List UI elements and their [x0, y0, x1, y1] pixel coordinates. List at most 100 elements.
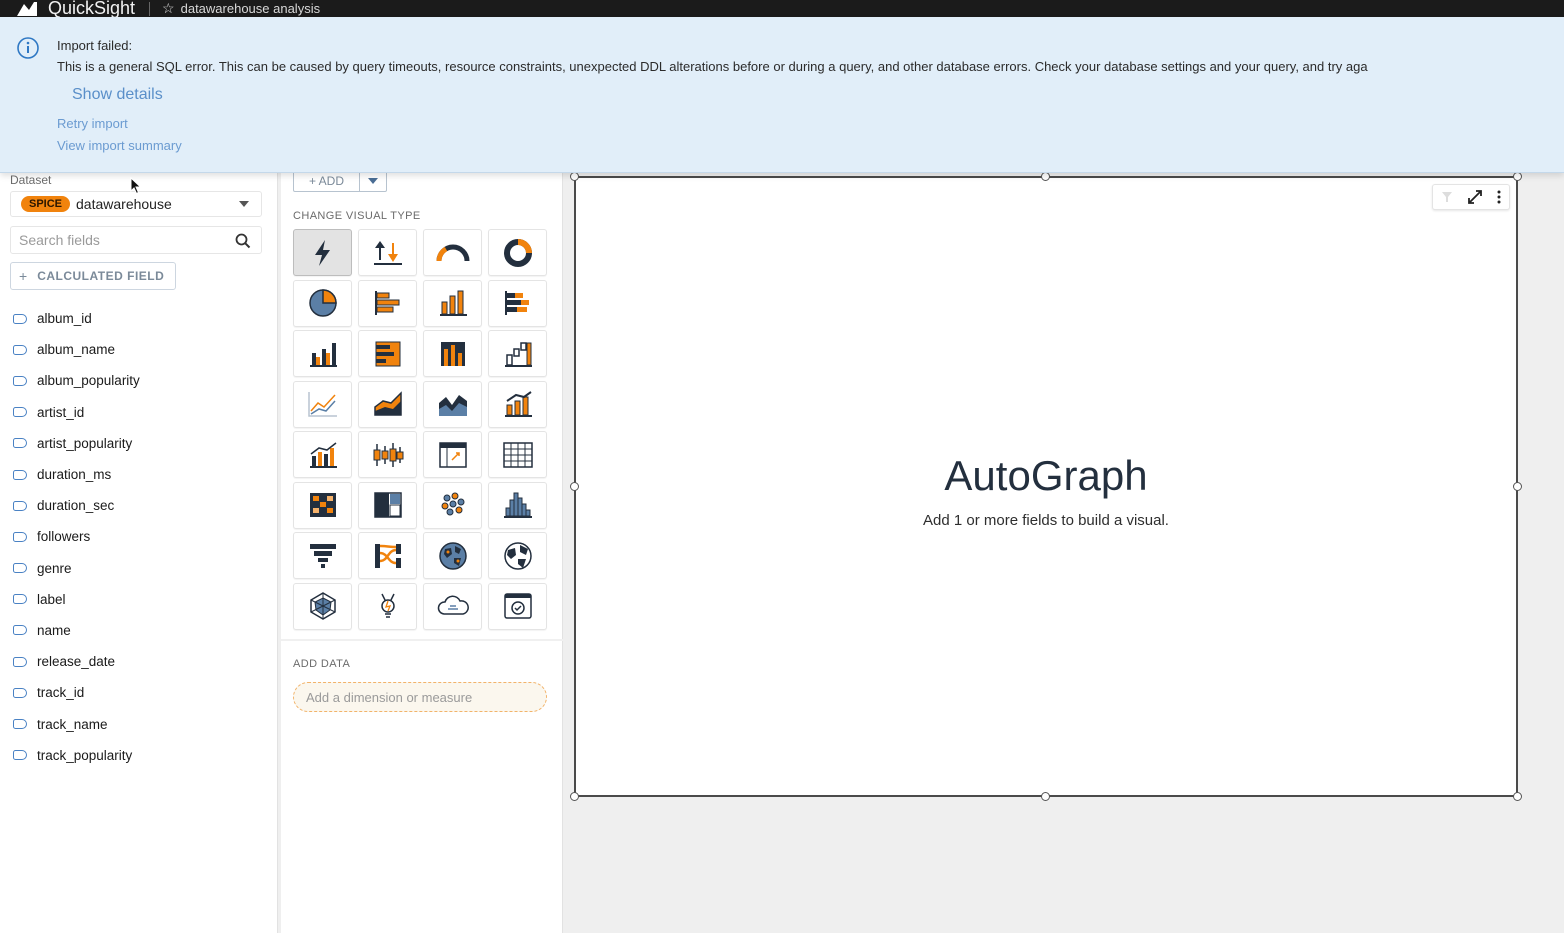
waterfall-visual-button[interactable]: [488, 330, 547, 377]
field-label: track_popularity: [37, 747, 133, 763]
field-item[interactable]: track_name: [13, 708, 140, 739]
radar-chart-icon: [309, 592, 336, 620]
view-import-summary-link[interactable]: View import summary: [57, 138, 182, 153]
field-label: album_name: [37, 342, 116, 358]
field-item[interactable]: duration_sec: [13, 490, 140, 521]
resize-handle[interactable]: [570, 482, 579, 491]
heat-map-icon: [309, 493, 336, 517]
pie-visual-button[interactable]: [293, 279, 352, 327]
field-item[interactable]: track_id: [13, 677, 140, 708]
filled-map-visual-button[interactable]: [423, 532, 482, 579]
field-item[interactable]: duration_ms: [13, 459, 140, 490]
radar-chart-visual-button[interactable]: [293, 582, 352, 630]
field-item[interactable]: artist_popularity: [13, 428, 140, 459]
custom-visual-button[interactable]: [488, 582, 547, 630]
insight-visual-button[interactable]: [358, 582, 417, 630]
retry-import-link[interactable]: Retry import: [57, 116, 128, 131]
divider: [281, 639, 563, 641]
search-fields-input[interactable]: [11, 227, 221, 253]
dimension-field-icon: [13, 625, 27, 636]
analysis-name[interactable]: datawarehouse analysis: [181, 0, 320, 17]
add-dropdown-button[interactable]: [360, 170, 386, 191]
field-label: release_date: [37, 654, 116, 670]
field-drop-zone[interactable]: Add a dimension or measure: [293, 682, 547, 712]
sankey-diagram-icon: [374, 543, 401, 568]
tree-map-icon: [373, 492, 402, 518]
plus-icon: +: [19, 268, 28, 284]
stacked-bar-icon: [504, 291, 529, 315]
combo-chart-visual-button[interactable]: [488, 380, 547, 428]
resize-handle[interactable]: [1513, 792, 1522, 801]
histogram-visual-button[interactable]: [488, 481, 547, 529]
field-label: artist_popularity: [37, 435, 133, 451]
box-plot-visual-button[interactable]: [358, 431, 417, 478]
field-item[interactable]: album_popularity: [13, 365, 140, 396]
stacked-horizontal-bar-visual-button[interactable]: [488, 279, 547, 327]
expand-icon[interactable]: [1467, 189, 1483, 205]
field-item[interactable]: artist_id: [13, 397, 140, 428]
field-label: name: [37, 622, 71, 638]
visual-subtitle: Add 1 or more fields to build a visual.: [923, 512, 1169, 529]
add-button[interactable]: + ADD: [294, 170, 360, 191]
visual-container[interactable]: AutoGraph Add 1 or more fields to build …: [574, 176, 1518, 797]
combo-line-bar-visual-button[interactable]: [293, 431, 352, 478]
pivot-table-visual-button[interactable]: [423, 431, 482, 478]
resize-handle[interactable]: [1513, 172, 1522, 181]
dimension-field-icon: [13, 500, 27, 511]
sankey-visual-button[interactable]: [358, 532, 417, 579]
stacked-percent-bar-visual-button[interactable]: [358, 330, 417, 377]
field-label: album_id: [37, 311, 92, 327]
bar-line-combo-icon: [309, 441, 337, 468]
field-item[interactable]: followers: [13, 521, 140, 552]
mouse-cursor-icon: [130, 177, 142, 195]
search-icon[interactable]: [235, 233, 251, 249]
dimension-field-icon: [13, 313, 27, 324]
field-item[interactable]: album_name: [13, 334, 140, 365]
horizontal-bar-visual-button[interactable]: [358, 279, 417, 327]
field-item[interactable]: album_id: [13, 303, 140, 334]
dimension-field-icon: [13, 375, 27, 386]
change-visual-type-label: CHANGE VISUAL TYPE: [293, 210, 421, 222]
chevron-down-icon: [239, 201, 249, 207]
word-cloud-visual-button[interactable]: [423, 582, 482, 630]
heat-map-visual-button[interactable]: [293, 481, 352, 529]
gauge-visual-button[interactable]: [423, 229, 482, 276]
show-details-link[interactable]: Show details: [72, 86, 163, 104]
divider: [149, 1, 151, 16]
field-item[interactable]: release_date: [13, 646, 140, 677]
field-item[interactable]: label: [13, 584, 140, 615]
quicksight-logo-icon[interactable]: [16, 0, 38, 17]
stacked-column-visual-button[interactable]: [423, 330, 482, 377]
kpi-icon: [373, 240, 402, 265]
scatter-plot-visual-button[interactable]: [423, 481, 482, 529]
chevron-down-icon: [368, 177, 378, 184]
histogram-icon: [503, 492, 532, 518]
donut-visual-button[interactable]: [488, 229, 547, 276]
tree-map-visual-button[interactable]: [358, 481, 417, 529]
resize-handle[interactable]: [1513, 482, 1522, 491]
resize-handle[interactable]: [1041, 172, 1050, 181]
line-visual-button[interactable]: [293, 380, 352, 428]
app-title[interactable]: QuickSight: [48, 0, 135, 17]
clustered-bar-visual-button[interactable]: [293, 330, 352, 377]
kpi-visual-button[interactable]: [358, 229, 417, 276]
resize-handle[interactable]: [1041, 792, 1050, 801]
resize-handle[interactable]: [570, 172, 579, 181]
vertical-bar-visual-button[interactable]: [423, 279, 482, 327]
field-item[interactable]: name: [13, 615, 140, 646]
more-options-icon[interactable]: [1496, 189, 1502, 205]
add-data-label: ADD DATA: [293, 658, 351, 670]
calculated-field-button[interactable]: + CALCULATED FIELD: [10, 262, 176, 290]
autograph-visual-button[interactable]: [293, 229, 352, 276]
table-visual-button[interactable]: [488, 431, 547, 478]
resize-handle[interactable]: [570, 792, 579, 801]
star-icon[interactable]: ☆: [162, 0, 175, 17]
field-item[interactable]: track_popularity: [13, 740, 140, 771]
area-visual-button[interactable]: [358, 380, 417, 428]
field-item[interactable]: genre: [13, 553, 140, 584]
points-map-visual-button[interactable]: [488, 532, 547, 579]
funnel-visual-button[interactable]: [293, 532, 352, 579]
stacked-area-visual-button[interactable]: [423, 380, 482, 428]
horizontal-bar-chart-icon: [374, 291, 399, 315]
filter-icon[interactable]: [1440, 190, 1454, 204]
